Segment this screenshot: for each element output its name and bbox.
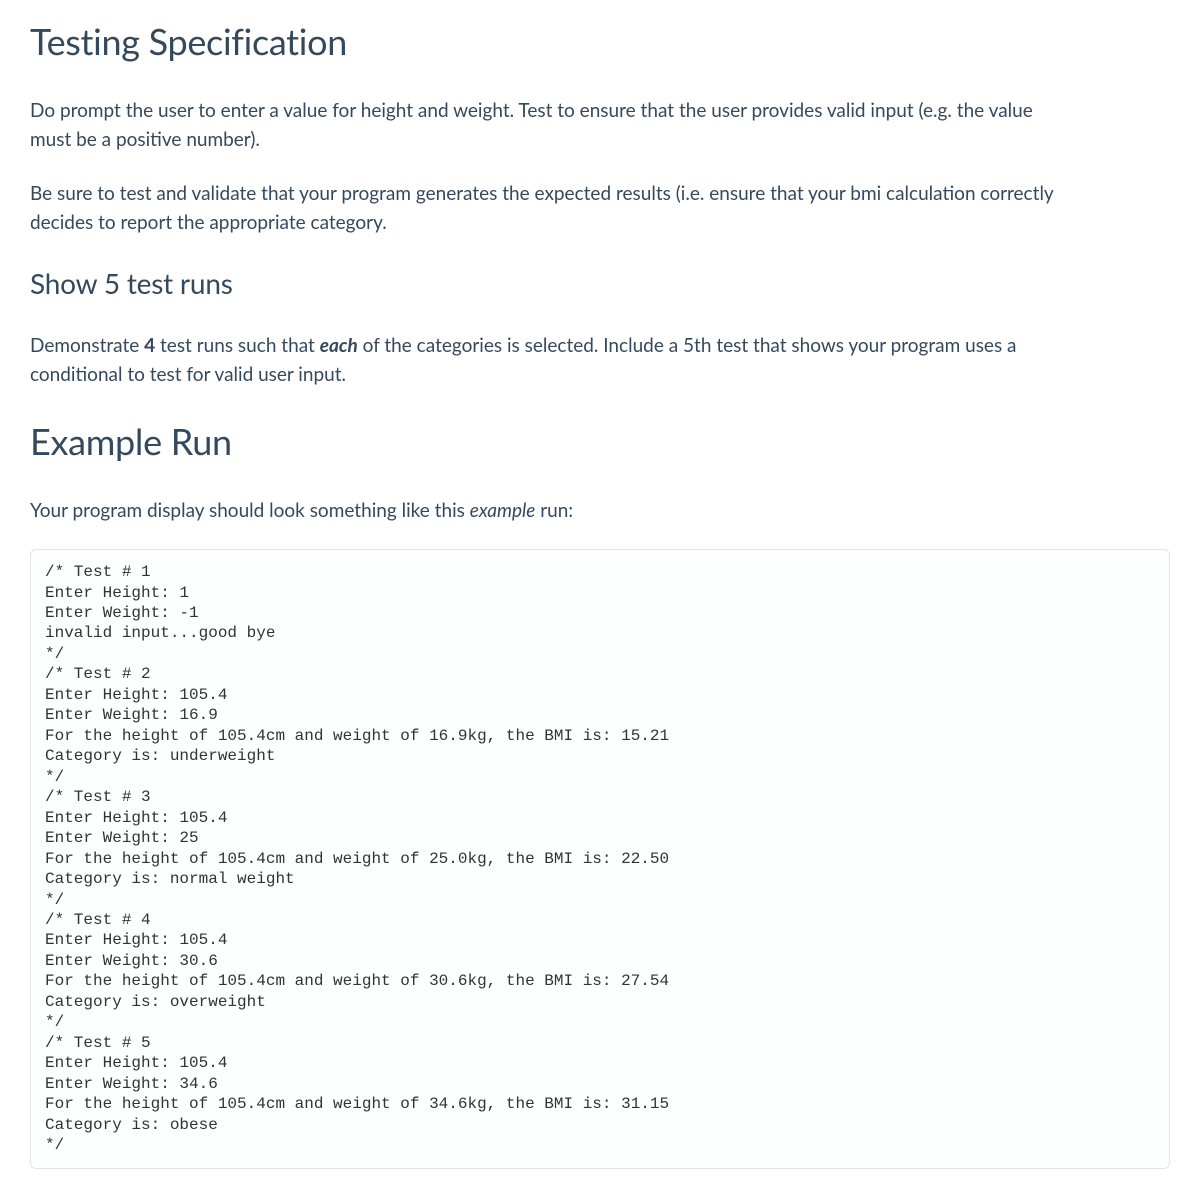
- example-run-heading: Example Run: [30, 414, 1170, 470]
- text-fragment: test runs such that: [155, 334, 320, 357]
- text-fragment: Your program display should look somethi…: [30, 499, 470, 522]
- text-fragment: run:: [535, 499, 573, 522]
- code-block-test-output: /* Test # 1 Enter Height: 1 Enter Weight…: [30, 549, 1170, 1169]
- example-run-para: Your program display should look somethi…: [30, 496, 1070, 525]
- testing-spec-para-2: Be sure to test and validate that your p…: [30, 179, 1070, 238]
- text-bold-italic-each: each: [320, 334, 358, 357]
- testing-spec-para-1: Do prompt the user to enter a value for …: [30, 96, 1070, 155]
- testing-specification-heading: Testing Specification: [30, 14, 1170, 70]
- show-5-test-runs-heading: Show 5 test runs: [30, 262, 1170, 305]
- text-fragment: Demonstrate: [30, 334, 144, 357]
- text-bold-4: 4: [144, 334, 155, 357]
- text-fragment: Do prompt the user to enter a value for …: [30, 99, 518, 122]
- test-runs-para: Demonstrate 4 test runs such that each o…: [30, 331, 1070, 390]
- text-italic-example: example: [470, 499, 536, 522]
